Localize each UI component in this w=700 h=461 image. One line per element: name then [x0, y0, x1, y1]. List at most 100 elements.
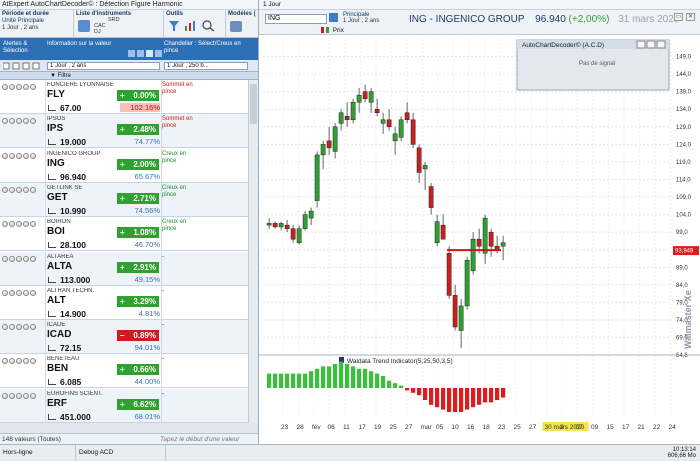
instrument-ticker[interactable]: BEN — [47, 363, 68, 374]
instrument-ticker[interactable]: ALTA — [47, 261, 72, 272]
col-info-header[interactable]: Information sur la valeur — [47, 41, 117, 48]
alert-circle-icon[interactable] — [9, 221, 15, 228]
list-item[interactable]: FONCIERE LYONNAISE FLY +0.00% 67.00 102.16% S… — [0, 80, 248, 114]
chart-tab-label[interactable]: 1 Jour — [263, 1, 281, 8]
alert-circle-icon[interactable] — [16, 392, 22, 399]
filter-bar[interactable]: ▼ Filtre — [0, 72, 258, 80]
alert-toggles[interactable] — [2, 289, 42, 298]
list-item[interactable]: ALTAREA ALTA +2.91% 113.000 49.15% - — [0, 251, 248, 286]
alert-circle-icon[interactable] — [2, 118, 8, 125]
col-signal-header[interactable]: Chandelier : Sélect/Creux en pince — [164, 41, 244, 55]
alert-circle-icon[interactable] — [9, 84, 15, 90]
alert-circle-icon[interactable] — [30, 221, 36, 228]
alert-circle-icon[interactable] — [16, 186, 22, 193]
col-alerts-header[interactable]: Alertes & Sélection — [3, 41, 43, 55]
instruments-group[interactable]: Liste d'instruments SRD CAC DJ — [74, 10, 164, 38]
alert-circle-icon[interactable] — [30, 84, 36, 90]
close-icon[interactable] — [656, 40, 666, 49]
alert-circle-icon[interactable] — [16, 118, 22, 125]
period-combo[interactable]: 1 Jour , 2 ans — [47, 62, 160, 70]
instrument-ticker[interactable]: IPS — [47, 123, 63, 134]
chart-tab[interactable]: 1 Jour — [259, 0, 700, 10]
alert-circle-icon[interactable] — [2, 152, 8, 159]
alert-circle-icon[interactable] — [23, 289, 29, 296]
alert-toggles[interactable] — [2, 392, 42, 401]
unit-value[interactable]: 1 Jour , 2 ans — [2, 25, 71, 32]
acd-widget[interactable]: AutoChartDecoder© (A.C.D) Pas de signal — [516, 39, 670, 91]
alert-circle-icon[interactable] — [30, 118, 36, 125]
instrument-ticker[interactable]: GET — [47, 192, 68, 203]
list-item[interactable]: GETLINK SE GET +2.71% 10.990 74.56% Creux en … — [0, 182, 248, 217]
alert-circle-icon[interactable] — [16, 358, 22, 365]
alert-toggles[interactable] — [2, 358, 42, 366]
alert-toggles[interactable] — [2, 221, 42, 229]
pin-icon[interactable] — [636, 40, 646, 49]
alert-circle-icon[interactable] — [9, 186, 15, 193]
alert-circle-icon[interactable] — [23, 186, 29, 193]
minimize-icon[interactable] — [646, 40, 656, 49]
alert-circle-icon[interactable] — [30, 289, 36, 296]
selection-icons[interactable] — [3, 62, 43, 70]
scrollbar-thumb[interactable] — [250, 84, 257, 124]
alert-toggles[interactable] — [2, 152, 42, 161]
instrument-ticker[interactable]: ING — [47, 158, 65, 169]
alert-circle-icon[interactable] — [9, 118, 15, 125]
alert-circle-icon[interactable] — [2, 84, 8, 90]
alert-circle-icon[interactable] — [2, 392, 8, 399]
alert-circle-icon[interactable] — [23, 152, 29, 159]
period-group[interactable]: Période et durée Unité Principale 1 Jour… — [0, 10, 74, 38]
alert-toggles[interactable] — [2, 118, 42, 126]
alert-circle-icon[interactable] — [9, 152, 15, 159]
alert-circle-icon[interactable] — [16, 289, 22, 296]
alert-circle-icon[interactable] — [16, 152, 22, 159]
alert-circle-icon[interactable] — [2, 221, 8, 228]
filter-icon[interactable] — [168, 20, 180, 32]
instrument-ticker[interactable]: ALT — [47, 295, 66, 306]
instrument-ticker[interactable]: BOI — [47, 226, 65, 237]
alert-circle-icon[interactable] — [23, 84, 29, 90]
list-item[interactable]: EUROFINS SCIENT. ERF +6.62% 451.000 68.01% - — [0, 388, 248, 423]
alert-circle-icon[interactable] — [30, 255, 36, 262]
alert-circle-icon[interactable] — [16, 84, 22, 90]
alert-circle-icon[interactable] — [9, 324, 15, 331]
list-scrollbar[interactable] — [248, 80, 258, 423]
alert-circle-icon[interactable] — [16, 255, 22, 262]
alert-circle-icon[interactable] — [2, 255, 8, 262]
alert-circle-icon[interactable] — [2, 324, 8, 331]
list-item[interactable]: BOIRON BOI +1.08% 28.100 46.70% Creux en pinc… — [0, 217, 248, 252]
price-chart[interactable]: 149,0 144,0 139,0 134,0 129,0 124,0 119,0 114,0… — [259, 35, 700, 444]
list-item[interactable]: INGENICO GROUP ING +2.00% 96.940 65.67% Creux… — [0, 148, 248, 183]
alert-circle-icon[interactable] — [2, 186, 8, 193]
unit-value[interactable]: 1 Jour , 2 ans — [343, 18, 379, 24]
alert-toggles[interactable] — [2, 324, 42, 332]
list-item[interactable]: BENETEAU BEN +0.66% 6.085 44.00% - — [0, 354, 248, 389]
alert-circle-icon[interactable] — [23, 392, 29, 399]
alert-circle-icon[interactable] — [30, 324, 36, 331]
alert-circle-icon[interactable] — [30, 152, 36, 159]
models-icon[interactable] — [230, 21, 242, 32]
alert-circle-icon[interactable] — [30, 186, 36, 193]
alert-circle-icon[interactable] — [16, 221, 22, 228]
alert-circle-icon[interactable] — [2, 289, 8, 296]
alert-toggles[interactable] — [2, 255, 42, 264]
status-debug[interactable]: Debug ACD — [76, 445, 166, 461]
alert-toggles[interactable] — [2, 84, 42, 92]
alert-circle-icon[interactable] — [23, 221, 29, 228]
alert-circle-icon[interactable] — [2, 358, 8, 365]
symbol-input[interactable]: ING — [265, 14, 327, 24]
alert-circle-icon[interactable] — [9, 289, 15, 296]
list-item[interactable]: IPSOS IPS +2.48% 19.000 74.77% Sommet en pinc… — [0, 114, 248, 149]
alert-circle-icon[interactable] — [23, 358, 29, 365]
chart-tool-icon[interactable] — [184, 20, 198, 32]
list-item[interactable]: ICADE ICAD –0.89% 72.15 94.01% - — [0, 320, 248, 355]
alert-circle-icon[interactable] — [9, 358, 15, 365]
instrument-ticker[interactable]: FLY — [47, 89, 65, 100]
signal-combo[interactable]: 1 Jour , 250 b... — [164, 62, 248, 70]
alert-circle-icon[interactable] — [30, 392, 36, 399]
symbol-search-icon[interactable] — [329, 13, 338, 22]
alert-circle-icon[interactable] — [9, 392, 15, 399]
alert-circle-icon[interactable] — [23, 255, 29, 262]
models-group[interactable]: Modèles ( — [226, 10, 258, 38]
alert-circle-icon[interactable] — [23, 324, 29, 331]
instrument-ticker[interactable]: ERF — [47, 398, 67, 409]
